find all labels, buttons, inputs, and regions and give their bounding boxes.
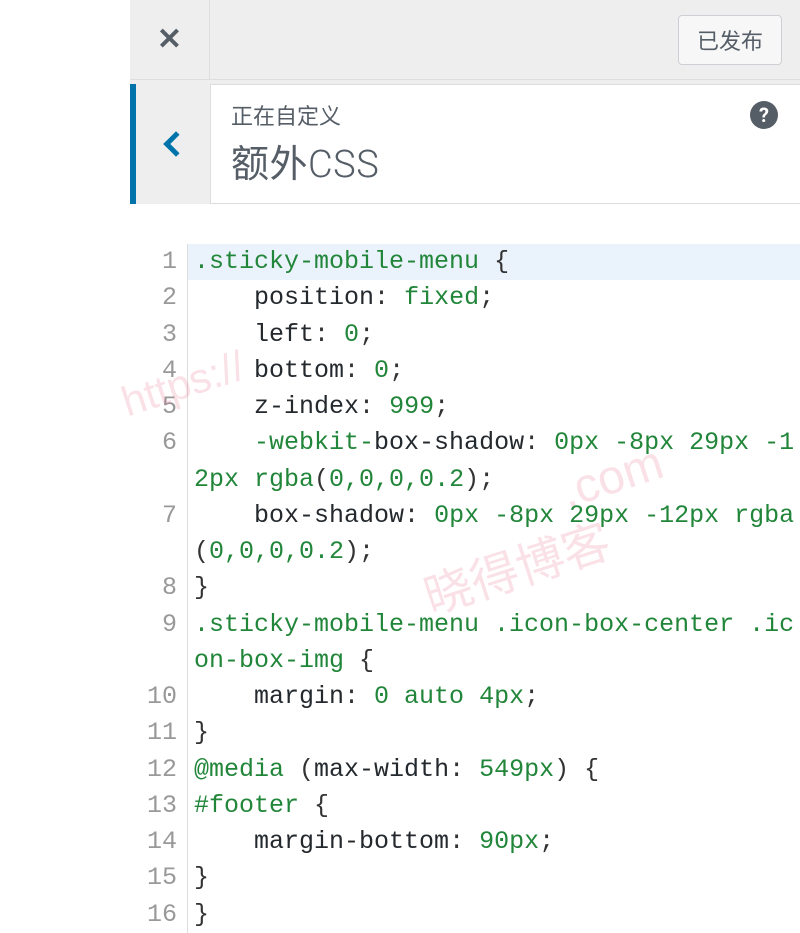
line-content[interactable]: margin-bottom: 90px; <box>188 824 800 860</box>
customizer-panel: ✕ 已发布 正在自定义 额外CSS ? <box>130 0 800 204</box>
code-line[interactable]: 6 -webkit-box-shadow: 0px -8px 29px -12p… <box>130 425 800 498</box>
line-content[interactable]: #footer { <box>188 788 800 824</box>
line-number: 15 <box>130 860 188 896</box>
css-code-editor[interactable]: 1.sticky-mobile-menu {2 position: fixed;… <box>130 244 800 933</box>
line-number: 8 <box>130 570 188 606</box>
code-line[interactable]: 10 margin: 0 auto 4px; <box>130 679 800 715</box>
code-line[interactable]: 1.sticky-mobile-menu { <box>130 244 800 280</box>
line-content[interactable]: position: fixed; <box>188 280 800 316</box>
line-number: 16 <box>130 897 188 933</box>
line-content[interactable]: } <box>188 860 800 896</box>
code-line[interactable]: 8} <box>130 570 800 606</box>
line-number: 2 <box>130 280 188 316</box>
line-content[interactable]: } <box>188 570 800 606</box>
section-header: 正在自定义 额外CSS ? <box>130 84 800 204</box>
customizing-label: 正在自定义 <box>231 99 780 131</box>
line-content[interactable]: z-index: 999; <box>188 389 800 425</box>
code-line[interactable]: 7 box-shadow: 0px -8px 29px -12px rgba(0… <box>130 498 800 571</box>
line-content[interactable]: .sticky-mobile-menu .icon-box-center .ic… <box>188 607 800 680</box>
section-title-box: 正在自定义 额外CSS ? <box>210 84 800 204</box>
code-line[interactable]: 4 bottom: 0; <box>130 353 800 389</box>
code-line[interactable]: 15} <box>130 860 800 896</box>
line-number: 5 <box>130 389 188 425</box>
line-number: 3 <box>130 317 188 353</box>
line-content[interactable]: bottom: 0; <box>188 353 800 389</box>
line-number: 9 <box>130 607 188 680</box>
code-line[interactable]: 13#footer { <box>130 788 800 824</box>
code-line[interactable]: 2 position: fixed; <box>130 280 800 316</box>
line-number: 4 <box>130 353 188 389</box>
customizer-topbar: ✕ 已发布 <box>130 0 800 80</box>
line-number: 7 <box>130 498 188 571</box>
line-content[interactable]: } <box>188 715 800 751</box>
line-content[interactable]: -webkit-box-shadow: 0px -8px 29px -12px … <box>188 425 800 498</box>
line-number: 14 <box>130 824 188 860</box>
line-content[interactable]: box-shadow: 0px -8px 29px -12px rgba(0,0… <box>188 498 800 571</box>
section-title: 额外CSS <box>231 133 780 188</box>
line-number: 6 <box>130 425 188 498</box>
code-line[interactable]: 12@media (max-width: 549px) { <box>130 752 800 788</box>
code-line[interactable]: 14 margin-bottom: 90px; <box>130 824 800 860</box>
help-icon[interactable]: ? <box>750 101 778 129</box>
line-content[interactable]: margin: 0 auto 4px; <box>188 679 800 715</box>
line-number: 12 <box>130 752 188 788</box>
line-content[interactable]: left: 0; <box>188 317 800 353</box>
close-button[interactable]: ✕ <box>130 0 210 80</box>
line-content[interactable]: } <box>188 897 800 933</box>
line-content[interactable]: .sticky-mobile-menu { <box>188 244 800 280</box>
code-line[interactable]: 5 z-index: 999; <box>130 389 800 425</box>
back-button[interactable] <box>136 84 210 204</box>
publish-status-button[interactable]: 已发布 <box>678 15 782 65</box>
code-line[interactable]: 11} <box>130 715 800 751</box>
line-number: 13 <box>130 788 188 824</box>
line-number: 1 <box>130 244 188 280</box>
code-line[interactable]: 16} <box>130 897 800 933</box>
code-line[interactable]: 9.sticky-mobile-menu .icon-box-center .i… <box>130 607 800 680</box>
line-number: 11 <box>130 715 188 751</box>
line-content[interactable]: @media (max-width: 549px) { <box>188 752 800 788</box>
code-line[interactable]: 3 left: 0; <box>130 317 800 353</box>
chevron-left-icon <box>163 131 188 156</box>
line-number: 10 <box>130 679 188 715</box>
close-icon: ✕ <box>157 25 182 55</box>
